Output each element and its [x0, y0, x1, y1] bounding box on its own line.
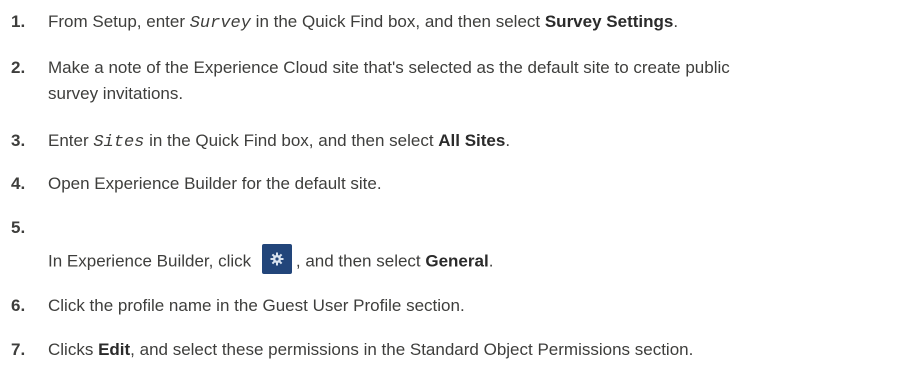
step-text-part: Enter — [48, 131, 94, 150]
step-number: 1. — [11, 12, 26, 31]
step-text-part: Clicks — [48, 340, 99, 359]
code-term: Survey — [189, 14, 251, 33]
ui-label: Survey Settings — [544, 12, 674, 31]
step-text-part: , and then select — [295, 251, 426, 271]
ui-label: All Sites — [438, 131, 506, 150]
step-text-line-1: Make a note of the Experience Cloud site… — [48, 58, 730, 77]
step-text: Enter Sites in the Quick Find box, and t… — [48, 131, 510, 153]
step-text-part: In Experience Builder, click — [48, 251, 256, 271]
step-text-part: . — [505, 131, 511, 150]
step-text-part: . — [488, 251, 494, 271]
step-text: In Experience Builder, click , and then … — [48, 244, 494, 277]
step-number: 4. — [11, 174, 26, 193]
step-text-part: in the Quick Find box, and then select — [250, 12, 545, 31]
ui-label: General — [425, 251, 489, 271]
step-text: From Setup, enter Survey in the Quick Fi… — [48, 12, 678, 34]
step-number: 3. — [11, 131, 26, 150]
step-number: 2. — [11, 58, 26, 77]
step-text: Clicks Edit, and select these permission… — [48, 340, 693, 360]
step-text-part: , and select these permissions in the St… — [130, 340, 694, 359]
step-text-part: in the Quick Find box, and then select — [144, 131, 439, 150]
code-term: Sites — [93, 133, 145, 152]
step-text-part: . — [673, 12, 679, 31]
gear-icon — [261, 244, 292, 274]
step-number: 5. — [11, 218, 26, 237]
step-number: 7. — [11, 340, 26, 359]
ui-label: Edit — [98, 340, 131, 359]
step-number: 6. — [11, 296, 26, 315]
step-text-line-2: survey invitations. — [48, 84, 184, 103]
step-text-part: From Setup, enter — [48, 12, 190, 31]
step-text: Open Experience Builder for the default … — [48, 174, 382, 193]
gear-icon-glyph — [270, 252, 284, 266]
step-text: Click the profile name in the Guest User… — [48, 296, 465, 315]
